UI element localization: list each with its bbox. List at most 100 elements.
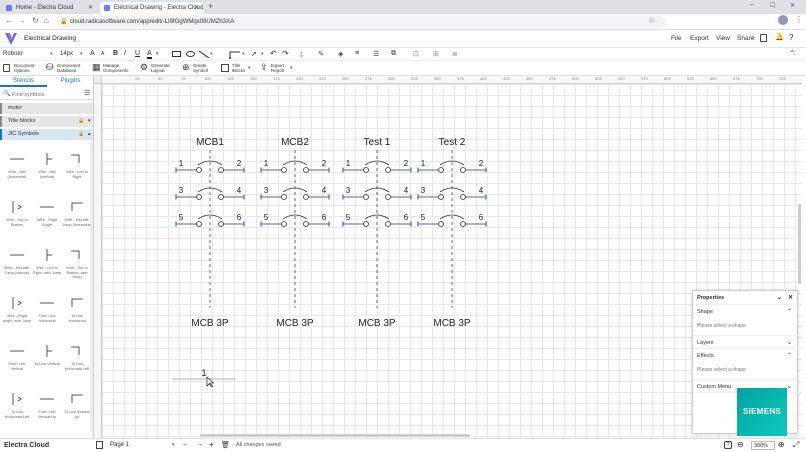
pointer-tool-icon[interactable]: ➚ [251, 50, 257, 58]
bold-button[interactable]: B [113, 50, 118, 57]
stencil-item[interactable]: Wire - Top to Bottom [2, 192, 32, 238]
document-icon[interactable] [760, 34, 767, 42]
line-style-icon[interactable]: ☰ [373, 50, 379, 58]
stencil-item[interactable]: Wire - Left to Right, with Jump [32, 240, 62, 286]
font-family-select[interactable]: Roboto [3, 51, 22, 57]
stencil-item[interactable]: Wire - Mid with Jump (vertical) [2, 240, 32, 286]
zoom-select[interactable]: 300% [751, 441, 775, 450]
tab-plugins[interactable]: Plugins [47, 76, 93, 87]
pages-icon[interactable] [96, 441, 103, 449]
previous-page-icon[interactable]: ← [182, 441, 189, 448]
url-field[interactable]: 🔒 cloud.radicasoftware.com/app/edit/-LI9… [56, 16, 666, 28]
section-motor[interactable]: motor [0, 103, 93, 114]
distribute-icon[interactable]: ≣ [452, 50, 458, 58]
close-icon[interactable]: ✕ [88, 2, 93, 14]
page-selector[interactable]: Page 1 [110, 442, 129, 448]
increase-font-icon[interactable]: A [90, 50, 95, 57]
stencil-item[interactable]: To Link Horizontal [62, 288, 92, 334]
stencil-item[interactable]: From Link Vertical [2, 336, 32, 382]
profile-avatar[interactable] [778, 15, 788, 25]
group-icon[interactable]: ⊡ [413, 50, 419, 58]
forward-icon[interactable]: → [18, 16, 26, 25]
back-icon[interactable]: ← [5, 16, 13, 25]
menu-export[interactable]: Export [690, 35, 709, 42]
zoom-out-icon[interactable]: ⊖ [737, 440, 744, 449]
section-jic-symbols[interactable]: JIC Symbols 🔒 ▴ [0, 129, 93, 140]
ellipse-tool-icon[interactable] [186, 51, 195, 57]
stencil-item[interactable]: To Link Horizontal Left [2, 384, 32, 430]
line-weight-icon[interactable]: ≡ [355, 50, 359, 57]
undo-icon[interactable]: ↶ [270, 49, 277, 58]
menu-share[interactable]: Share [737, 35, 754, 42]
stencil-item[interactable]: Wire - Mid (vertical) [32, 144, 62, 190]
close-icon[interactable]: ✕ [788, 291, 793, 305]
vertical-scrollbar[interactable] [798, 204, 801, 284]
help-icon[interactable]: ? [789, 33, 793, 42]
electra-logo-icon[interactable] [4, 32, 18, 46]
browser-menu-icon[interactable]: ⋮ [795, 15, 803, 24]
shape-section[interactable]: Shape ⌃ [693, 305, 799, 319]
browser-tab-drawing[interactable]: Electrical Drawing - Electra Cloud ✕ [100, 2, 204, 14]
chevron-down-icon[interactable]: ▾ [261, 51, 264, 57]
add-page-icon[interactable]: + [209, 440, 214, 449]
help-icon[interactable]: ? [724, 441, 732, 449]
component-database-button[interactable]: ⛁ Component Database [46, 63, 86, 75]
line-color-icon[interactable]: ✎ [318, 50, 324, 58]
maximize-icon[interactable]: ☐ [770, 2, 775, 9]
chevron-down-icon[interactable]: ▾ [172, 442, 175, 448]
horizontal-scrollbar[interactable] [200, 434, 470, 437]
notification-bell-icon[interactable]: 🔔 [775, 33, 784, 41]
title-blocks-button[interactable]: Title Blocks ▾ [221, 63, 255, 75]
chevron-down-icon[interactable]: ▾ [156, 51, 159, 57]
stencil-item[interactable]: From Link Horizontal [32, 288, 62, 334]
stencil-item[interactable]: From Link Vertical Up [32, 384, 62, 430]
text-color-button[interactable]: A [147, 50, 152, 59]
stencil-item[interactable]: Wire - Left to Right [62, 144, 92, 190]
layers-section[interactable]: Layers ⌄ [693, 335, 799, 349]
stencil-item[interactable]: Wire - Right Angle [32, 192, 62, 238]
zoom-in-icon[interactable]: ⊕ [778, 440, 785, 449]
create-symbol-button[interactable]: ⊕ Create Symbol [182, 63, 212, 75]
effects-section[interactable]: Effects ⌃ [693, 349, 799, 363]
delete-page-icon[interactable]: 🗑 [221, 441, 230, 449]
decrease-font-icon[interactable]: A [101, 51, 104, 57]
chevron-down-icon[interactable]: ▾ [242, 51, 245, 57]
chevron-down-icon[interactable]: ▾ [210, 51, 213, 57]
home-icon[interactable]: ⌂ [44, 16, 49, 25]
chevron-down-icon[interactable]: ⌄ [777, 291, 782, 305]
fit-screen-icon[interactable]: ⤢ [793, 440, 799, 450]
browser-tab-home[interactable]: Home - Electra Cloud ✕ [2, 2, 98, 14]
line-tool-icon[interactable] [199, 51, 209, 58]
chevron-down-icon[interactable]: ▾ [80, 51, 83, 57]
new-tab-icon[interactable]: + [208, 1, 213, 11]
collapse-toolbar-icon[interactable]: ⌃ [789, 49, 796, 58]
chevron-down-icon[interactable]: ▾ [50, 51, 53, 57]
arrange-icon[interactable]: ⧉ [391, 50, 396, 58]
underline-button[interactable]: U [135, 50, 140, 57]
fill-color-icon[interactable]: ◈ [338, 50, 343, 58]
font-size-select[interactable]: 14px [60, 51, 73, 57]
stencil-item[interactable]: Wire - Mid (horizontal) [2, 144, 32, 190]
menu-file[interactable]: File [671, 35, 681, 42]
stencil-item[interactable]: To Link Vertical [32, 336, 62, 382]
window-close-icon[interactable]: ✕ [790, 2, 795, 9]
connector-tool-icon[interactable] [229, 50, 241, 59]
document-options-button[interactable]: Document Options [3, 63, 43, 75]
reload-icon[interactable]: ↻ [32, 16, 39, 25]
stencil-menu-icon[interactable]: ☰ [84, 89, 90, 97]
export-report-button[interactable]: ⇪ Export Report ▾ [260, 63, 296, 75]
menu-view[interactable]: View [716, 35, 730, 42]
italic-button[interactable]: I [124, 50, 126, 57]
redo-icon[interactable]: ↷ [282, 49, 289, 58]
close-icon[interactable]: ✕ [194, 2, 199, 14]
minimize-icon[interactable]: – [750, 1, 754, 8]
search-input[interactable] [12, 90, 82, 99]
stencil-item[interactable]: Wire - Mid with Jump (horizontal) [62, 192, 92, 238]
manage-components-button[interactable]: ▦ Manage Components [92, 63, 134, 75]
next-page-icon[interactable]: → [196, 441, 203, 448]
stencil-item[interactable]: To Link Vertical Up [62, 384, 92, 430]
generate-layout-button[interactable]: ⚙ Generate Layout [140, 63, 176, 75]
align-icon[interactable]: ⊞ [433, 50, 439, 58]
sidebar-scrollbar[interactable] [90, 142, 93, 432]
format-painter-icon[interactable]: ⏚ [298, 50, 305, 60]
